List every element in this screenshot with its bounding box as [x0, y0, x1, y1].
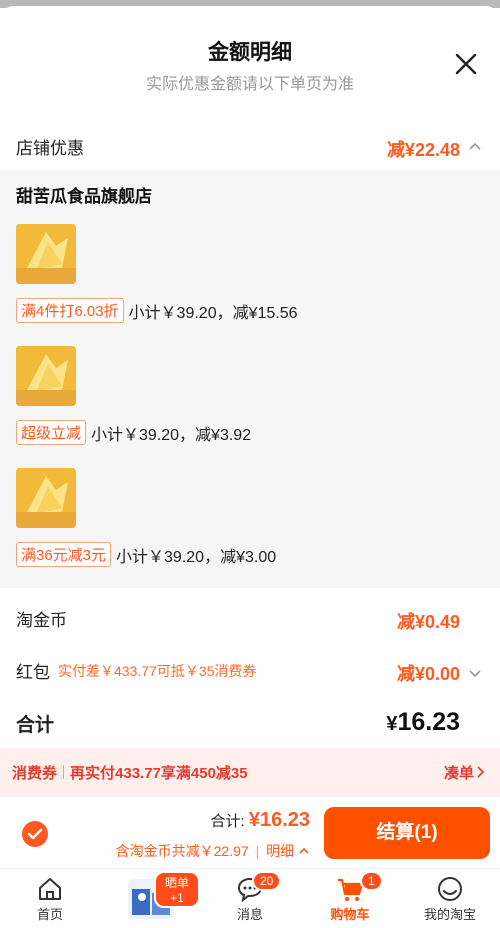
profile-icon: [438, 877, 462, 901]
tab-messages[interactable]: 20 消息: [200, 869, 300, 928]
coins-row: 淘金币 减¥0.49: [0, 604, 500, 640]
coupon-label: 消费券: [12, 764, 58, 782]
total-currency: ¥: [386, 713, 398, 735]
promo-subtotal: 小计￥39.20，减¥15.56: [128, 304, 298, 322]
promo-line: 满36元减3元 小计￥39.20，减¥3.00: [16, 542, 276, 567]
chevron-up-icon: [299, 847, 309, 854]
detail-toggle[interactable]: 明细: [266, 843, 294, 859]
coins-value: 减¥0.49: [396, 612, 460, 632]
promo-line: 超级立减 小计￥39.20，减¥3.92: [16, 420, 251, 445]
store-discount-value: 减¥22.48: [386, 140, 460, 160]
sheet-subtitle: 实际优惠金额请以下单页为准: [145, 76, 354, 93]
promo-subtotal: 小计￥39.20，减¥3.92: [91, 426, 252, 444]
coupon-action[interactable]: 凑单: [444, 762, 486, 783]
total-row: 合计 ¥16.23: [0, 706, 500, 746]
coupon-action-label: 凑单: [443, 764, 474, 782]
product-thumbnail: [16, 346, 76, 406]
chevron-up-icon[interactable]: [468, 140, 482, 154]
checkout-button[interactable]: 结算(1): [324, 807, 490, 859]
tab-share-order[interactable]: 晒单+1: [100, 869, 200, 928]
select-all-checkbox[interactable]: [22, 821, 48, 847]
promo-subtotal: 小计￥39.20，减¥3.00: [116, 548, 277, 566]
promo-tag: 满4件打6.03折: [16, 298, 124, 323]
home-icon: [39, 878, 61, 900]
tab-home[interactable]: 首页: [0, 869, 100, 928]
promo-line: 满4件打6.03折 小计￥39.20，减¥15.56: [16, 298, 298, 323]
product-thumbnail: [16, 224, 76, 284]
product-thumbnail: [16, 468, 76, 528]
tab-label: 购物车: [330, 907, 370, 922]
total-amount: 16.23: [397, 708, 460, 736]
checkmark-icon: [27, 828, 43, 840]
redpacket-label-group: 红包 实付差￥433.77可抵￥35消费券: [16, 658, 256, 683]
checkout-bar: 合计: ¥16.23 含淘金币共减￥22.97 | 明细 结算(1): [0, 796, 500, 868]
bottom-tab-bar: 首页 晒单+1 20 消息 1 购物车 我的淘宝: [0, 868, 500, 928]
tab-cart[interactable]: 1 购物车: [300, 869, 400, 928]
chevron-right-icon: [477, 766, 485, 778]
sum-amount: ¥16.23: [248, 809, 310, 831]
sum-label: 合计:: [210, 813, 245, 830]
redpacket-row[interactable]: 红包 实付差￥433.77可抵￥35消费券 减¥0.00: [0, 656, 500, 692]
total-value: ¥16.23: [386, 708, 460, 737]
sheet-title: 金额明细: [208, 41, 292, 64]
share-badge: 晒单+1: [154, 871, 200, 908]
sum-detail-line[interactable]: 含淘金币共减￥22.97 | 明细: [116, 841, 310, 861]
tab-profile[interactable]: 我的淘宝: [400, 869, 500, 928]
promo-tag: 满36元减3元: [16, 542, 112, 567]
sum-divider: |: [255, 843, 260, 859]
redpacket-hint: 实付差￥433.77可抵￥35消费券: [58, 662, 257, 679]
store-name: 甜苦瓜食品旗舰店: [16, 187, 152, 206]
store-discount-row[interactable]: 店铺优惠 减¥22.48: [0, 130, 500, 170]
tab-label: 首页: [36, 907, 63, 922]
store-discount-label: 店铺优惠: [16, 139, 84, 158]
coins-label: 淘金币: [16, 611, 67, 630]
redpacket-label: 红包: [16, 663, 50, 682]
close-icon[interactable]: [452, 50, 480, 78]
coupon-bar[interactable]: 消费券 再实付433.77享满450减35 凑单: [0, 748, 500, 796]
tab-label: 我的淘宝: [423, 907, 476, 922]
coupon-message: 再实付433.77享满450减35: [70, 764, 248, 782]
cart-badge: 1: [360, 871, 383, 891]
total-label: 合计: [16, 715, 55, 736]
sum-line: 合计: ¥16.23: [210, 809, 310, 832]
coupon-divider: [63, 765, 65, 779]
chevron-down-icon[interactable]: [468, 666, 482, 680]
store-section: 甜苦瓜食品旗舰店 满4件打6.03折 小计￥39.20，减¥15.56 超级立减…: [0, 170, 500, 588]
message-badge: 20: [252, 871, 282, 891]
redpacket-value: 减¥0.00: [396, 664, 460, 684]
tab-label: 消息: [236, 907, 263, 922]
sum-discount-text: 含淘金币共减￥22.97: [115, 843, 249, 859]
promo-tag: 超级立减: [16, 420, 87, 445]
